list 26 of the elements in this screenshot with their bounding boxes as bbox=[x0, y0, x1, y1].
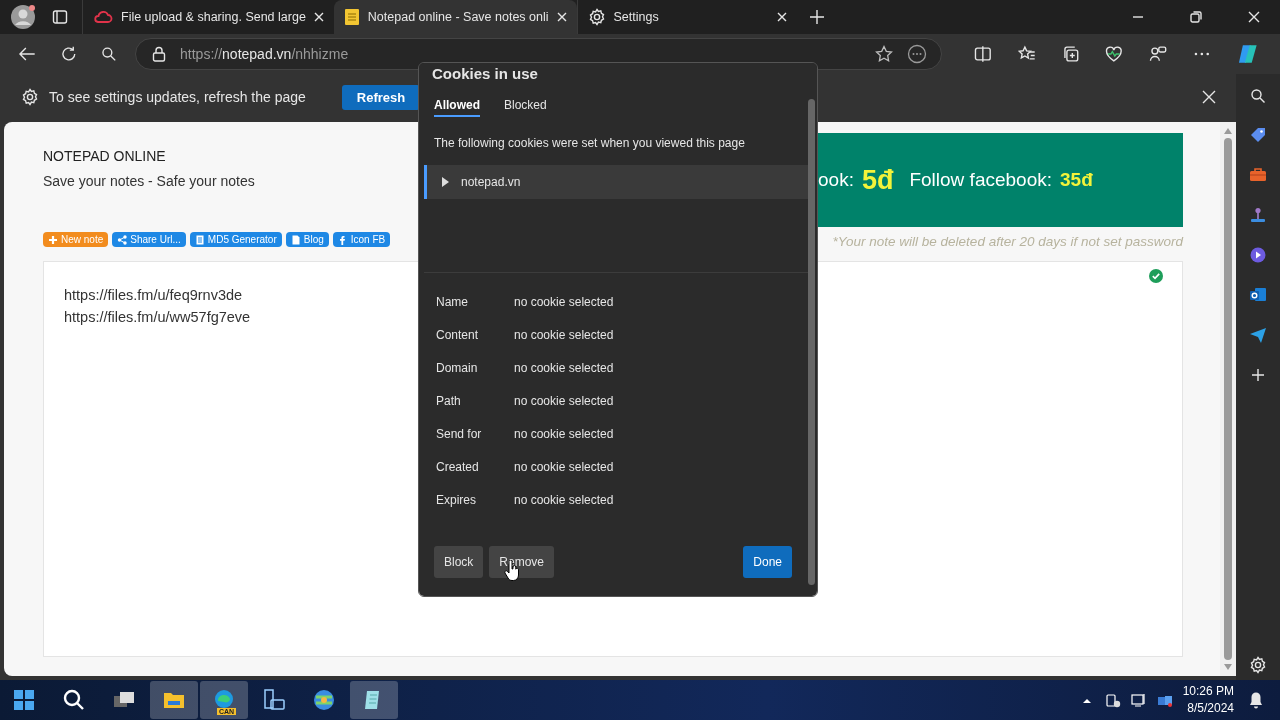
detail-value: no cookie selected bbox=[514, 394, 615, 408]
detail-label: Path bbox=[436, 394, 462, 408]
banner-price: 5đ bbox=[861, 164, 894, 196]
detail-value: no cookie selected bbox=[514, 328, 615, 342]
note-line: https://files.fm/u/ww57fg7eve bbox=[64, 308, 251, 327]
detail-label: Created bbox=[436, 460, 480, 474]
detail-label: Name bbox=[436, 295, 469, 309]
dialog-description: The following cookies were set when you viewed this page bbox=[434, 136, 746, 150]
url-text: https://notepad.vn/nhhizme bbox=[180, 46, 349, 62]
detail-value: no cookie selected bbox=[514, 460, 615, 474]
site-tagline: Save your notes - Safe your notes bbox=[43, 173, 256, 189]
notice-text: *Your note will be deleted after 20 days if not set password bbox=[832, 234, 1183, 249]
detail-label: Send for bbox=[436, 427, 483, 441]
detail-label: Domain bbox=[436, 361, 479, 375]
site-title: NOTEPAD ONLINE bbox=[43, 148, 167, 164]
detail-value: no cookie selected bbox=[514, 361, 615, 375]
banner-label: ook: bbox=[818, 169, 854, 191]
detail-label: Expires bbox=[436, 493, 477, 507]
detail-value: no cookie selected bbox=[514, 493, 615, 507]
banner-label: Follow facebook: bbox=[909, 169, 1052, 191]
detail-value: no cookie selected bbox=[514, 295, 615, 309]
detail-value: no cookie selected bbox=[514, 427, 615, 441]
detail-label: Content bbox=[436, 328, 480, 342]
note-line: https://files.fm/u/feq9rnv3de bbox=[64, 286, 243, 305]
banner-price: 35đ bbox=[1060, 169, 1093, 191]
info-message: To see settings updates, refresh the page bbox=[49, 89, 306, 105]
